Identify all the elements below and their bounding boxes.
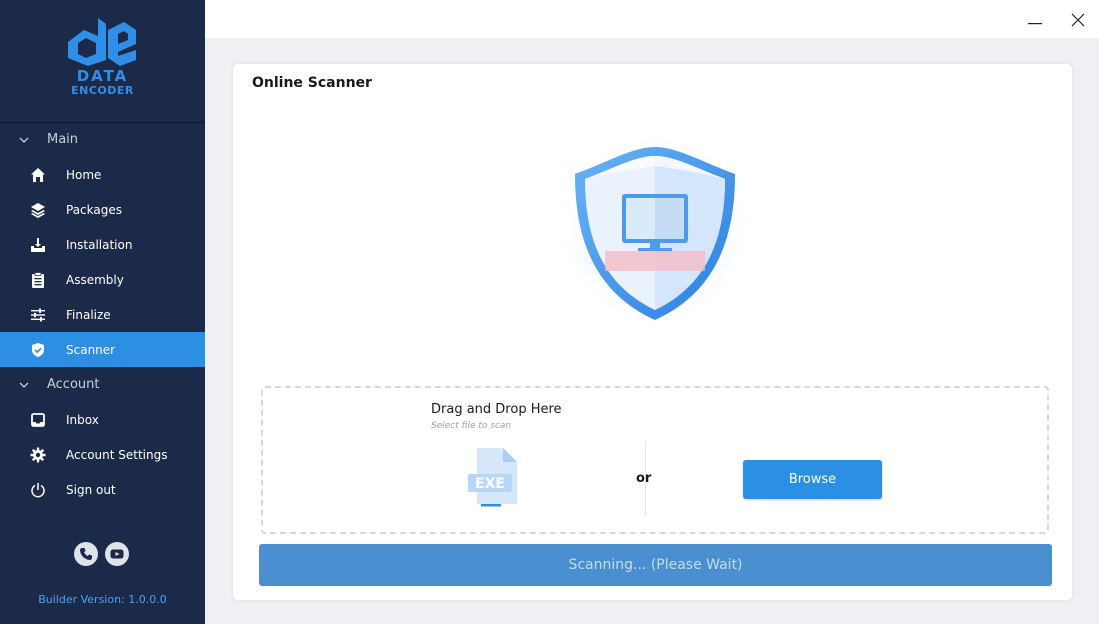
sidebar-item-home[interactable]: Home bbox=[0, 157, 205, 192]
exe-file-icon: EXE bbox=[468, 448, 517, 507]
exe-badge-text: EXE bbox=[475, 476, 505, 492]
title-bar bbox=[205, 0, 1099, 38]
gear-icon bbox=[24, 447, 52, 463]
sliders-icon bbox=[24, 307, 52, 323]
install-icon bbox=[24, 237, 52, 253]
chevron-down-icon bbox=[0, 382, 47, 388]
brand-logo: DATA ENCODER bbox=[0, 0, 205, 123]
social-links bbox=[74, 542, 129, 566]
clipboard-icon bbox=[24, 271, 52, 288]
sidebar-item-label: Installation bbox=[66, 237, 133, 252]
browse-button[interactable]: Browse bbox=[743, 460, 882, 499]
dropzone-title: Drag and Drop Here bbox=[431, 402, 562, 417]
sidebar-item-assembly[interactable]: Assembly bbox=[0, 262, 205, 297]
logo-text-encoder: ENCODER bbox=[71, 84, 134, 97]
inbox-icon bbox=[24, 412, 52, 428]
sidebar-item-label: Inbox bbox=[66, 412, 99, 427]
sidebar-item-sign-out[interactable]: Sign out bbox=[0, 472, 205, 507]
page-title: Online Scanner bbox=[252, 75, 372, 91]
phone-icon[interactable] bbox=[74, 542, 98, 566]
sidebar-item-label: Finalize bbox=[66, 307, 111, 322]
scanner-card: Online Scanner Drag and Drop Here Select… bbox=[233, 64, 1072, 600]
home-icon bbox=[24, 167, 52, 183]
shield-check-icon bbox=[24, 342, 52, 358]
sidebar-item-inbox[interactable]: Inbox bbox=[0, 402, 205, 437]
sidebar-item-label: Home bbox=[66, 167, 102, 182]
builder-version: Builder Version: 1.0.0.0 bbox=[38, 593, 167, 606]
power-icon bbox=[24, 482, 52, 498]
or-label: or bbox=[636, 471, 652, 486]
section-main[interactable]: Main bbox=[0, 122, 205, 157]
sidebar: DATA ENCODER Main Home Packages Installa… bbox=[0, 0, 205, 624]
close-button[interactable] bbox=[1066, 8, 1090, 32]
dropzone-subtitle: Select file to scan bbox=[431, 421, 512, 431]
close-icon bbox=[1071, 13, 1085, 27]
minimize-icon bbox=[1028, 23, 1042, 25]
sidebar-item-label: Sign out bbox=[66, 482, 116, 497]
scan-status-bar[interactable]: Scanning... (Please Wait) bbox=[259, 544, 1052, 586]
minimize-button[interactable] bbox=[1023, 8, 1047, 32]
sidebar-item-finalize[interactable]: Finalize bbox=[0, 297, 205, 332]
youtube-icon[interactable] bbox=[105, 542, 129, 566]
sidebar-item-account-settings[interactable]: Account Settings bbox=[0, 437, 205, 472]
chevron-down-icon bbox=[0, 137, 47, 143]
sidebar-item-label: Packages bbox=[66, 202, 122, 217]
sidebar-item-scanner[interactable]: Scanner bbox=[0, 332, 205, 367]
sidebar-item-label: Account Settings bbox=[66, 447, 168, 462]
sidebar-item-label: Scanner bbox=[66, 342, 116, 357]
layers-icon bbox=[24, 202, 52, 218]
sidebar-item-packages[interactable]: Packages bbox=[0, 192, 205, 227]
file-dropzone[interactable]: Drag and Drop Here Select file to scan E… bbox=[261, 386, 1049, 534]
sidebar-item-label: Assembly bbox=[66, 272, 124, 287]
section-label: Main bbox=[47, 132, 79, 147]
section-account[interactable]: Account bbox=[0, 367, 205, 402]
logo-text-data: DATA bbox=[76, 67, 129, 85]
section-label: Account bbox=[47, 377, 100, 392]
shield-illustration bbox=[557, 134, 752, 327]
sidebar-item-installation[interactable]: Installation bbox=[0, 227, 205, 262]
logo-icon bbox=[68, 18, 136, 66]
